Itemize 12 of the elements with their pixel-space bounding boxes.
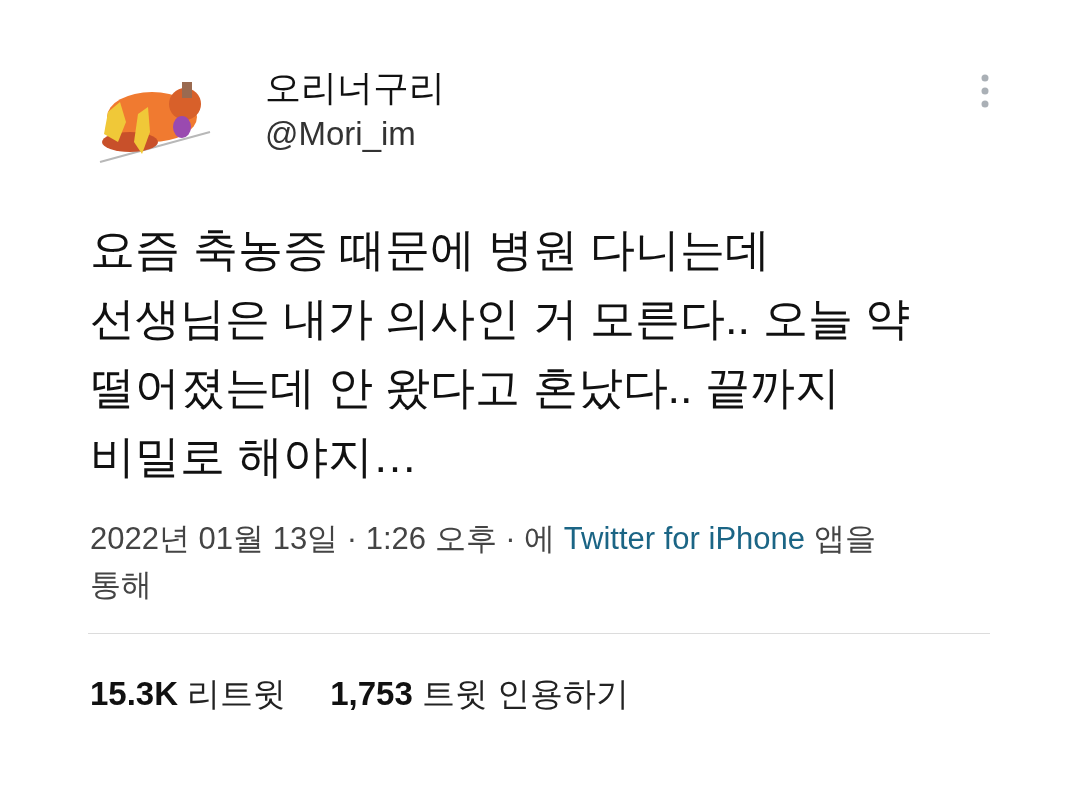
stat-text: 15.3K 리트윗 bbox=[90, 674, 287, 714]
timestamp-text: 2022년 01월 13일 · 1:26 오후 · 에 Twitter for iPhone 앱을 bbox=[90, 520, 876, 558]
display-name: 오리너구리 bbox=[265, 66, 445, 110]
more-options-icon[interactable] bbox=[980, 74, 990, 108]
tweet-text: 선생님은 내가 의사인 거 모른다.. 오늘 약 bbox=[90, 292, 911, 346]
timestamp-text: 통해 bbox=[90, 566, 152, 604]
stat-text: 1,753 트윗 인용하기 bbox=[330, 674, 630, 714]
tweet-text: 떨어졌는데 안 왔다고 혼났다.. 끝까지 bbox=[90, 361, 840, 415]
user-handle: @Mori_im bbox=[265, 114, 416, 154]
source-link[interactable]: Twitter for iPhone bbox=[563, 521, 806, 556]
tweet-text: 비밀로 해야지… bbox=[90, 430, 418, 484]
tweet-text: 요즘 축농증 때문에 병원 다니는데 bbox=[90, 223, 770, 277]
